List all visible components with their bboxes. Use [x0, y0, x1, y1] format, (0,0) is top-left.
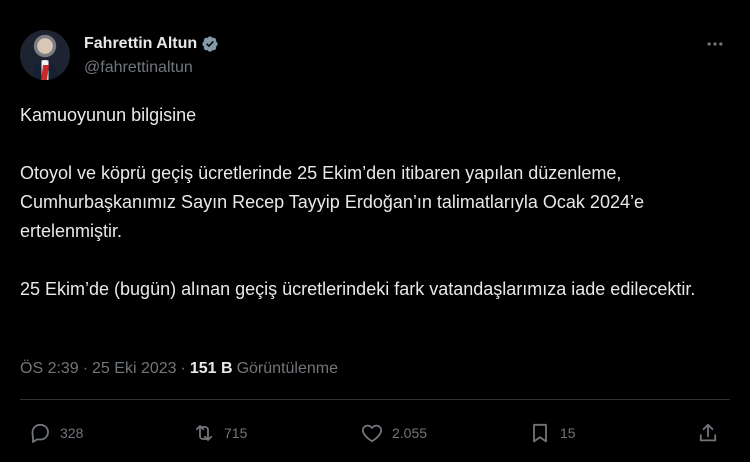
- bookmark-count: 15: [560, 425, 576, 441]
- like-button[interactable]: 2.055: [360, 418, 427, 448]
- tweet-metadata: ÖS 2:39 · 25 Eki 2023 · 151 B Görüntülen…: [20, 360, 338, 378]
- author-name-row: Fahrettin Altun: [84, 33, 219, 55]
- views-count[interactable]: 151 B: [190, 360, 233, 378]
- bookmark-icon: [533, 423, 547, 443]
- share-icon: [699, 423, 717, 442]
- author-avatar[interactable]: [20, 30, 70, 80]
- reply-count: 328: [60, 425, 84, 441]
- like-count: 2.055: [392, 425, 428, 441]
- tweet-date[interactable]: 25 Eki 2023: [92, 360, 177, 378]
- meta-separator: ·: [180, 360, 186, 377]
- author-handle[interactable]: @fahrettinaltun: [84, 59, 193, 77]
- repost-count: 715: [224, 425, 248, 441]
- tweet-paragraph: 25 Ekim’de (bugün) alınan geçiş ücretler…: [20, 279, 696, 299]
- tweet-time[interactable]: ÖS 2:39: [20, 360, 79, 378]
- repost-button[interactable]: 715: [192, 418, 247, 448]
- tweet-header: Fahrettin Altun @fahrettinaltun: [20, 30, 730, 84]
- action-divider: [20, 399, 730, 400]
- views-label: Görüntülenme: [236, 360, 338, 377]
- reply-button[interactable]: 328: [28, 418, 83, 448]
- heart-icon: [361, 424, 383, 443]
- tweet-body: Kamuoyunun bilgisine Otoyol ve köprü geç…: [20, 101, 710, 304]
- verified-badge-icon[interactable]: [201, 35, 219, 53]
- author-display-name[interactable]: Fahrettin Altun: [84, 35, 197, 53]
- share-button[interactable]: [696, 418, 720, 448]
- meta-separator: ·: [82, 360, 89, 377]
- tweet-paragraph: Otoyol ve köprü geçiş ücretlerinde 25 Ek…: [20, 163, 644, 241]
- more-options-icon[interactable]: [700, 32, 730, 56]
- repost-icon: [195, 425, 213, 441]
- bookmark-button[interactable]: 15: [528, 418, 576, 448]
- reply-icon: [31, 423, 49, 443]
- tweet-actions: 328 715 2.055 15: [20, 418, 722, 448]
- tweet-paragraph: Kamuoyunun bilgisine: [20, 105, 197, 125]
